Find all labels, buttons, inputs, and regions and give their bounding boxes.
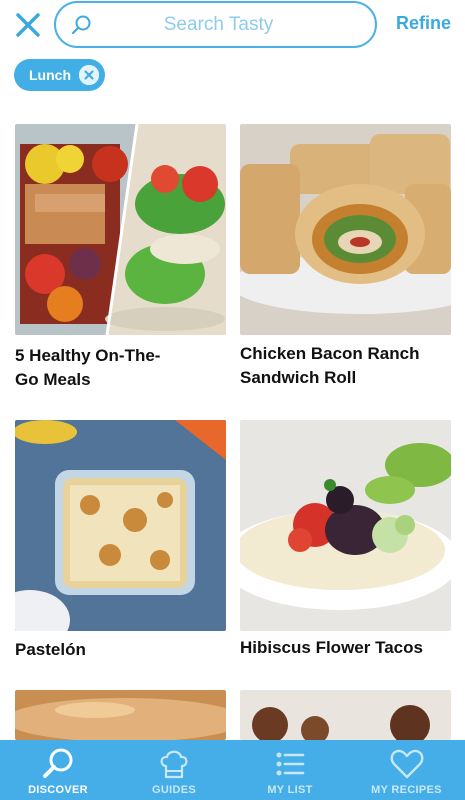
recipe-thumbnail	[240, 690, 451, 740]
tab-label: MY LIST	[267, 784, 313, 796]
close-icon	[16, 13, 40, 37]
recipe-title-line: Go Meals	[15, 370, 91, 389]
filter-chip-lunch[interactable]: Lunch	[14, 59, 105, 91]
heart-icon	[390, 749, 423, 779]
search-header: Refine	[0, 0, 465, 50]
tab-label: MY RECIPES	[371, 784, 442, 796]
bottom-tab-bar: DISCOVER GUIDES MY LIST MY RECIPES	[0, 740, 465, 800]
recipe-thumbnail	[15, 690, 226, 740]
chef-hat-icon	[160, 750, 188, 779]
recipe-title: Hibiscus Flower Tacos	[240, 636, 451, 660]
tab-my-list[interactable]: MY LIST	[232, 740, 348, 800]
remove-filter-button[interactable]	[79, 65, 99, 85]
list-icon	[276, 752, 305, 776]
tab-label: DISCOVER	[28, 784, 88, 796]
recipe-grid: 5 Healthy On-The- Go Meals Chicken Bacon…	[0, 0, 465, 740]
recipe-thumbnail	[240, 124, 451, 335]
search-bar[interactable]	[54, 1, 377, 48]
recipe-thumbnail	[15, 124, 226, 335]
tab-discover[interactable]: DISCOVER	[0, 740, 116, 800]
search-input[interactable]	[102, 11, 335, 39]
tab-my-recipes[interactable]: MY RECIPES	[348, 740, 465, 800]
recipe-thumbnail	[15, 420, 226, 631]
close-icon	[79, 65, 99, 85]
search-icon	[71, 15, 91, 35]
tab-label: GUIDES	[152, 784, 196, 796]
recipe-title: Chicken Bacon Ranch Sandwich Roll	[240, 342, 451, 390]
recipe-thumbnail	[240, 420, 451, 631]
recipe-title-line: Pastelón	[15, 640, 86, 659]
recipe-title-line: 5 Healthy On-The-	[15, 346, 161, 365]
filter-chip-label: Lunch	[29, 67, 71, 83]
refine-button[interactable]: Refine	[396, 13, 451, 34]
recipe-title: 5 Healthy On-The- Go Meals	[15, 344, 226, 392]
recipe-title-line: Chicken Bacon Ranch	[240, 344, 420, 363]
recipe-title: Pastelón	[15, 638, 226, 662]
recipe-title-line: Sandwich Roll	[240, 368, 357, 387]
search-icon	[43, 748, 73, 778]
recipe-title-line: Hibiscus Flower Tacos	[240, 638, 423, 657]
close-button[interactable]	[14, 11, 42, 39]
tab-guides[interactable]: GUIDES	[116, 740, 232, 800]
